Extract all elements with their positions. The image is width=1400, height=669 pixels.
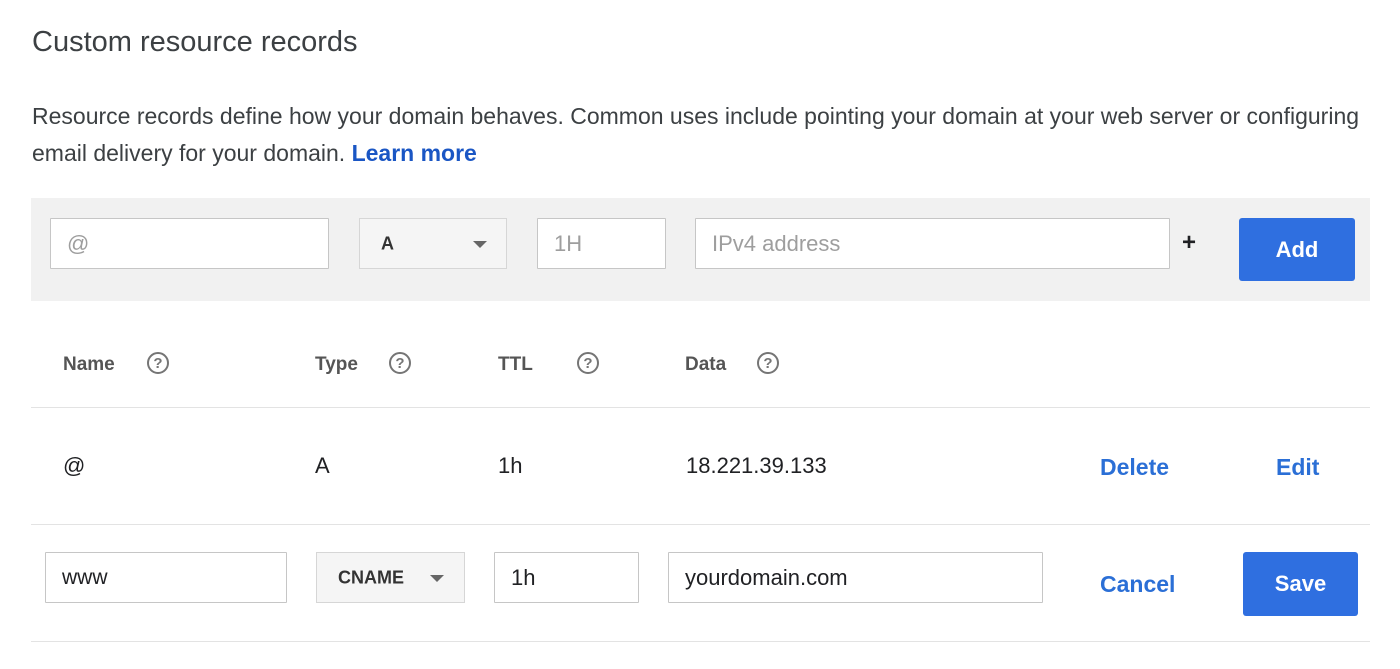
edit-type-select[interactable]: CNAME	[316, 552, 465, 603]
new-name-input[interactable]	[50, 218, 329, 269]
description-text: Resource records define how your domain …	[32, 103, 1360, 166]
help-circle-icon[interactable]: ?	[577, 352, 599, 374]
save-button[interactable]: Save	[1243, 552, 1358, 616]
chevron-down-icon	[473, 240, 487, 248]
header-data: Data	[685, 354, 727, 375]
divider	[31, 524, 1370, 525]
edit-button[interactable]: Edit	[1276, 454, 1319, 481]
header-type: Type	[315, 354, 358, 375]
row-ttl: 1h	[498, 453, 523, 478]
header-ttl: TTL	[498, 354, 533, 375]
help-circle-icon[interactable]: ?	[147, 352, 169, 374]
delete-button[interactable]: Delete	[1100, 454, 1169, 481]
cancel-button[interactable]: Cancel	[1100, 571, 1175, 598]
row-name: @	[63, 453, 86, 478]
row-data: 18.221.39.133	[686, 453, 827, 478]
edit-name-input[interactable]	[45, 552, 287, 603]
help-circle-icon[interactable]: ?	[389, 352, 411, 374]
edit-type-value: CNAME	[338, 567, 404, 587]
add-button[interactable]: Add	[1239, 218, 1355, 281]
learn-more-link[interactable]: Learn more	[352, 140, 477, 166]
section-description: Resource records define how your domain …	[32, 98, 1372, 172]
plus-icon[interactable]: +	[1182, 229, 1196, 257]
chevron-down-icon	[430, 574, 444, 582]
divider	[31, 641, 1370, 642]
new-type-select[interactable]: A	[359, 218, 507, 269]
table-row: @ A 1h 18.221.39.133 Delete Edit	[31, 408, 1370, 524]
new-type-value: A	[381, 233, 394, 253]
new-ttl-input[interactable]	[537, 218, 666, 269]
edit-data-input[interactable]	[668, 552, 1043, 603]
row-type: A	[315, 453, 330, 478]
section-title: Custom resource records	[32, 26, 358, 58]
new-data-input[interactable]	[695, 218, 1170, 269]
header-name: Name	[63, 354, 115, 375]
help-circle-icon[interactable]: ?	[757, 352, 779, 374]
edit-ttl-input[interactable]	[494, 552, 639, 603]
